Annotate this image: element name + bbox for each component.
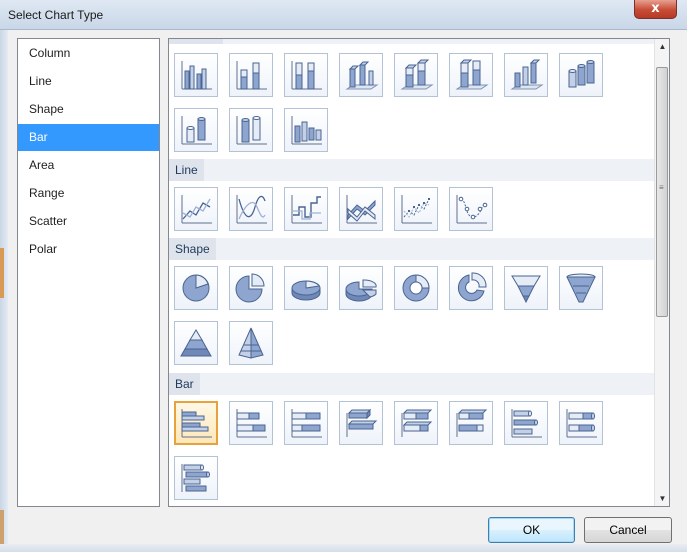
chart-type-item-polar[interactable]: Polar	[18, 236, 159, 263]
section-label-line: Line	[169, 159, 204, 181]
scrollbar-thumb[interactable]: ≡	[656, 67, 668, 317]
close-button[interactable]: x	[634, 0, 677, 19]
chart-gallery-content: Line Shape Bar	[169, 39, 654, 506]
chart-type-item-shape[interactable]: Shape	[18, 96, 159, 123]
section-header-bar: Bar	[169, 373, 654, 395]
exploded-pie-icon[interactable]	[229, 266, 273, 310]
cancel-button[interactable]: Cancel	[584, 517, 672, 543]
3d-column-icon[interactable]	[504, 53, 548, 97]
dialog-bottom-edge	[0, 544, 687, 552]
3d-cylinder-bar-icon[interactable]	[174, 456, 218, 500]
clustered-column-icon[interactable]	[174, 53, 218, 97]
3d-pyramid-icon[interactable]	[229, 321, 273, 365]
100-stacked-bar-icon[interactable]	[284, 401, 328, 445]
3d-stacked-bar-icon[interactable]	[394, 401, 438, 445]
100-stacked-column-icon[interactable]	[284, 53, 328, 97]
chart-type-item-bar[interactable]: Bar	[18, 124, 159, 151]
3d-funnel-icon[interactable]	[559, 266, 603, 310]
background-window-edge	[0, 30, 8, 552]
3d-100-stacked-column-icon[interactable]	[449, 53, 493, 97]
3d-cylinder-column-icon[interactable]	[284, 108, 328, 152]
title-bar[interactable]: Select Chart Type x	[0, 0, 687, 30]
doughnut-icon[interactable]	[394, 266, 438, 310]
section-label-bar: Bar	[169, 373, 200, 395]
scroll-up-arrow-icon[interactable]: ▲	[655, 39, 669, 54]
grip-icon: ≡	[659, 183, 664, 192]
section-header-shape: Shape	[169, 238, 654, 260]
cylinder-bar-icon[interactable]	[504, 401, 548, 445]
background-accent	[0, 248, 4, 298]
3d-clustered-bar-icon[interactable]	[339, 401, 383, 445]
3d-clustered-column-icon[interactable]	[339, 53, 383, 97]
funnel-icon[interactable]	[504, 266, 548, 310]
stacked-bar-icon[interactable]	[229, 401, 273, 445]
100-stacked-cylinder-column-icon[interactable]	[229, 108, 273, 152]
cylinder-column-icon[interactable]	[559, 53, 603, 97]
select-chart-type-dialog: Select Chart Type x Column Line Shape Ba…	[0, 0, 687, 552]
scroll-down-arrow-icon[interactable]: ▼	[655, 491, 669, 506]
stepped-line-icon[interactable]	[284, 187, 328, 231]
smooth-line-icon[interactable]	[229, 187, 273, 231]
chart-type-list[interactable]: Column Line Shape Bar Area Range Scatter…	[17, 38, 160, 507]
ok-button[interactable]: OK	[488, 517, 575, 543]
section-label-shape: Shape	[169, 238, 216, 260]
exploded-doughnut-icon[interactable]	[449, 266, 493, 310]
chart-type-item-area[interactable]: Area	[18, 152, 159, 179]
3d-exploded-pie-icon[interactable]	[339, 266, 383, 310]
window-title: Select Chart Type	[8, 8, 104, 22]
gallery-scrollbar[interactable]: ▲ ≡ ▼	[654, 39, 669, 506]
chart-gallery: Line Shape Bar ▲ ≡ ▼	[168, 38, 670, 507]
section-header-column	[169, 39, 654, 44]
pie-icon[interactable]	[174, 266, 218, 310]
3d-stacked-column-icon[interactable]	[394, 53, 438, 97]
chart-type-item-line[interactable]: Line	[18, 68, 159, 95]
section-header-line: Line	[169, 159, 654, 181]
3d-line-icon[interactable]	[339, 187, 383, 231]
chart-type-item-scatter[interactable]: Scatter	[18, 208, 159, 235]
stacked-cylinder-column-icon[interactable]	[174, 108, 218, 152]
stacked-cylinder-bar-icon[interactable]	[559, 401, 603, 445]
line-with-markers-icon[interactable]	[394, 187, 438, 231]
stacked-column-icon[interactable]	[229, 53, 273, 97]
clustered-bar-icon[interactable]	[174, 401, 218, 445]
line-icon[interactable]	[174, 187, 218, 231]
chart-type-item-column[interactable]: Column	[18, 40, 159, 67]
pyramid-icon[interactable]	[174, 321, 218, 365]
3d-pie-icon[interactable]	[284, 266, 328, 310]
chart-type-item-range[interactable]: Range	[18, 180, 159, 207]
3d-100-stacked-bar-icon[interactable]	[449, 401, 493, 445]
smooth-line-with-markers-icon[interactable]	[449, 187, 493, 231]
close-icon: x	[651, 1, 660, 16]
